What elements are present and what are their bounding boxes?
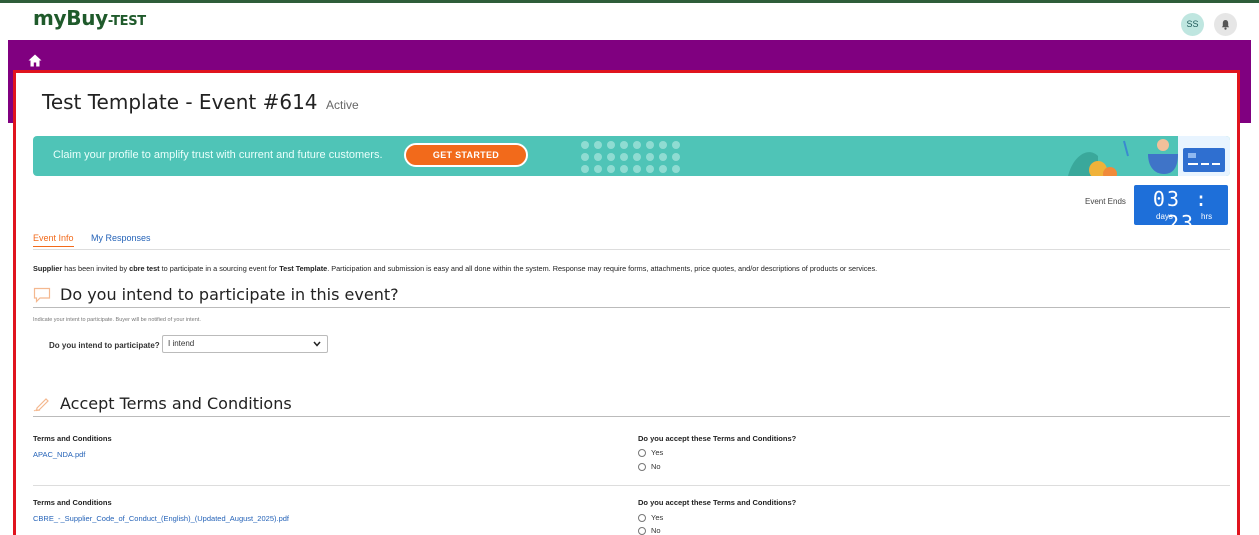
- terms-yes-option[interactable]: Yes: [638, 448, 663, 458]
- dot-pattern-decoration: [581, 141, 680, 173]
- event-ends-label: Event Ends: [1085, 197, 1126, 206]
- radio-button[interactable]: [638, 514, 646, 523]
- radio-label: Yes: [651, 513, 664, 522]
- countdown-digits: 03 : 23: [1152, 187, 1210, 235]
- intent-select[interactable]: I intend: [162, 335, 328, 353]
- chevron-down-icon: [313, 341, 321, 347]
- terms-file-link[interactable]: CBRE_-_Supplier_Code_of_Conduct_(English…: [33, 514, 289, 523]
- tab-my-responses[interactable]: My Responses: [91, 233, 151, 243]
- speech-bubble-icon: [33, 287, 51, 303]
- radio-button[interactable]: [638, 463, 646, 472]
- intro-text-1: has been invited by: [62, 264, 130, 273]
- logo-suffix-text: -TEST: [107, 14, 146, 29]
- radio-button[interactable]: [638, 449, 646, 458]
- tab-event-info[interactable]: Event Info: [33, 233, 74, 247]
- radio-button[interactable]: [638, 527, 646, 535]
- get-started-button[interactable]: GET STARTED: [404, 143, 528, 167]
- terms-no-option[interactable]: No: [638, 526, 661, 535]
- terms-accept-question: Do you accept these Terms and Conditions…: [638, 498, 797, 507]
- notifications-button[interactable]: [1214, 13, 1237, 36]
- intent-section-header: Do you intend to participate in this eve…: [33, 284, 1230, 308]
- countdown-timer: 03 : 23 days hrs: [1134, 185, 1228, 235]
- event-card: Test Template - Event #614 Active Claim …: [13, 70, 1240, 535]
- countdown-hrs-label: hrs: [1201, 212, 1213, 221]
- page: myBuy-TEST SS Test Template - Event #614…: [0, 0, 1259, 535]
- countdown-days-label: days: [1156, 212, 1173, 221]
- intent-question-label: Do you intend to participate?: [49, 341, 160, 350]
- intent-hint: Indicate your intent to participate. Buy…: [33, 317, 201, 323]
- row-divider: [33, 485, 1230, 486]
- radio-label: Yes: [651, 448, 664, 457]
- buyer-name: cbre test: [129, 264, 160, 273]
- terms-accept-question: Do you accept these Terms and Conditions…: [638, 434, 797, 443]
- page-title: Test Template - Event #614: [42, 90, 318, 114]
- terms-section-title: Accept Terms and Conditions: [60, 394, 292, 413]
- terms-no-option[interactable]: No: [638, 462, 661, 472]
- terms-file-link[interactable]: APAC_NDA.pdf: [33, 450, 85, 459]
- terms-heading: Terms and Conditions: [33, 434, 112, 443]
- intent-section-title: Do you intend to participate in this eve…: [60, 285, 399, 304]
- supplier-name: Supplier: [33, 264, 63, 273]
- bell-icon: [1221, 20, 1230, 30]
- home-icon: [28, 54, 42, 67]
- radio-label: No: [651, 526, 661, 535]
- banner-illustration: [1068, 136, 1230, 176]
- tab-bar: Event Info My Responses: [33, 233, 1230, 250]
- intent-select-value: I intend: [168, 339, 195, 348]
- intro-text-3: . Participation and submission is easy a…: [327, 264, 878, 273]
- banner-text: Claim your profile to amplify trust with…: [53, 149, 383, 161]
- invitation-text: Supplier has been invited by cbre test t…: [33, 264, 1223, 273]
- terms-heading: Terms and Conditions: [33, 498, 112, 507]
- status-badge: Active: [325, 98, 359, 112]
- terms-section-header: Accept Terms and Conditions: [33, 393, 1230, 417]
- intro-text-2: to participate in a sourcing event for: [159, 264, 280, 273]
- pen-signature-icon: [33, 398, 49, 412]
- top-header: myBuy-TEST SS: [0, 0, 1259, 40]
- terms-yes-option[interactable]: Yes: [638, 513, 663, 523]
- radio-label: No: [651, 462, 661, 471]
- logo-main-text: myBuy: [33, 6, 108, 30]
- template-name: Test Template: [279, 264, 328, 273]
- claim-profile-banner: Claim your profile to amplify trust with…: [33, 136, 1230, 176]
- app-logo[interactable]: myBuy-TEST: [33, 6, 146, 30]
- page-title-row: Test Template - Event #614 Active: [42, 90, 359, 114]
- user-avatar[interactable]: SS: [1181, 13, 1204, 36]
